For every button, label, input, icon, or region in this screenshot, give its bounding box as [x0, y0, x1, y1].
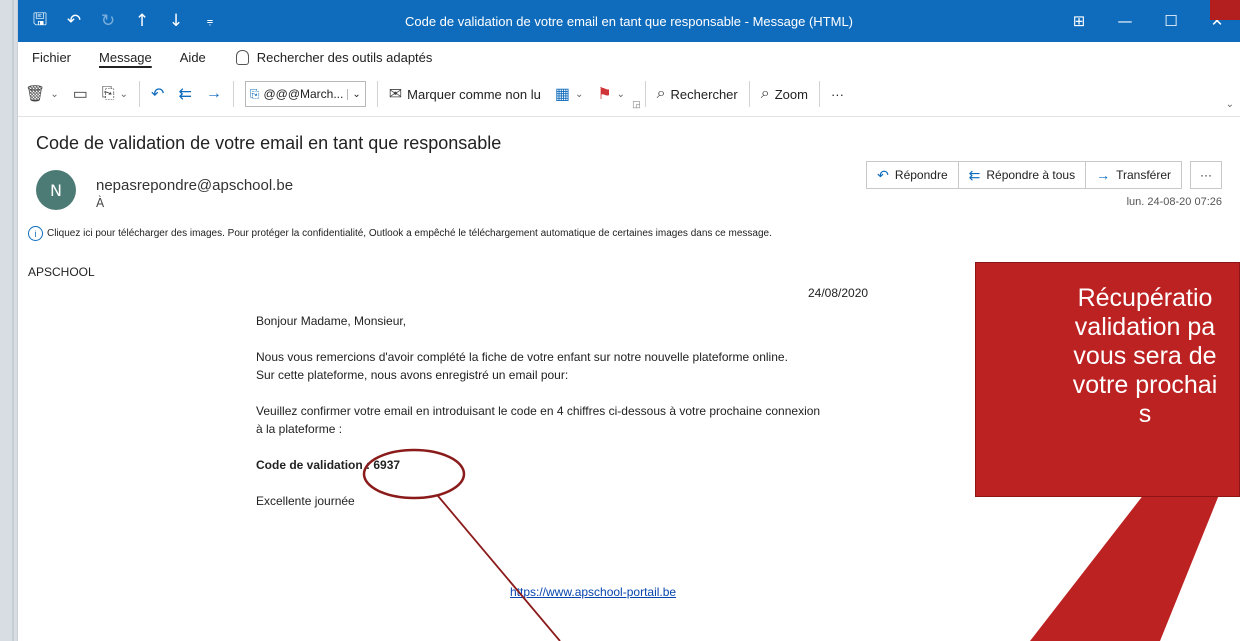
next-item-icon[interactable]: ↓ [166, 11, 186, 31]
move-button[interactable]: ⎘ ⌄ [95, 79, 135, 109]
chevron-down-icon: ⌄ [50, 88, 59, 100]
chevron-down-icon: ⌄ [119, 88, 129, 100]
tell-me-label: Rechercher des outils adaptés [256, 49, 433, 65]
reply-all-icon: ⇇ [968, 166, 981, 183]
lightbulb-icon [235, 49, 249, 65]
reply-icon: ↶ [151, 86, 165, 103]
organization-name: APSCHOOL [28, 265, 95, 279]
body-line-2: Sur cette plateforme, nous avons enregis… [256, 368, 569, 382]
received-timestamp: lun. 24-08-20 07:26 [1126, 196, 1222, 208]
recipient-label: À [96, 196, 105, 210]
customize-toolbar-icon[interactable]: ⩦ [200, 14, 220, 28]
redo-icon[interactable]: ↻ [98, 11, 118, 31]
reply-label: Répondre [894, 168, 948, 182]
chevron-down-icon: ⌄ [574, 88, 584, 100]
archive-icon: ▭ [72, 86, 88, 103]
reply-all-button[interactable]: ⇇ Répondre à tous [957, 161, 1087, 189]
forward-button[interactable]: → Transférer [1085, 161, 1182, 189]
ribbon-tabs: Fichier Message Aide Rechercher des outi… [18, 42, 1240, 72]
categorize-grid-icon: ▦ [554, 86, 570, 103]
toolbar-divider [232, 81, 234, 107]
forward-label: Transférer [1116, 168, 1171, 182]
body-line-3: Veuillez confirmer votre email en introd… [256, 404, 821, 418]
forward-icon: → [205, 85, 222, 102]
follow-up-button[interactable]: ⚑ ⌄ [590, 79, 632, 109]
move-target-label: @@@March... [263, 87, 344, 101]
tab-file[interactable]: Fichier [18, 50, 85, 65]
ribbon-display-options-icon[interactable]: ⊞ [1056, 0, 1102, 42]
more-icon: ··· [830, 86, 844, 102]
info-icon: i [28, 226, 43, 241]
slide-red-corner [1210, 0, 1240, 20]
envelope-icon: ✉ [388, 86, 403, 103]
zoom-icon: ⌕ [760, 85, 770, 102]
message-actions: ↶ Répondre ⇇ Répondre à tous → Transfére… [866, 161, 1222, 189]
sender-address[interactable]: nepasrepondre@apschool.be [96, 177, 293, 194]
archive-button[interactable]: ▭ [66, 79, 95, 109]
folder-icon: ⎘ [249, 86, 260, 101]
categorize-button[interactable]: ▦ ⌄ [548, 79, 591, 109]
avatar-initial: N [50, 180, 62, 200]
blocked-images-infobar[interactable]: i Cliquez ici pour télécharger des image… [28, 226, 772, 241]
move-folder-icon: ⎘ [101, 85, 115, 102]
toolbar-divider [376, 81, 378, 107]
flag-icon: ⚑ [597, 86, 612, 103]
ribbon-toolbar: 🗑 ⌄ ▭ ⎘ ⌄ ↶ ⇇ → ⎘ @@@March... ⌄ ✉ Marque… [18, 72, 1240, 117]
title-bar: 🖫 ↶ ↻ ↑ ↓ ⩦ Code de validation de votre … [18, 0, 1240, 42]
portal-link[interactable]: https://www.apschool-portail.be [510, 585, 676, 599]
message-subject: Code de validation de votre email en tan… [36, 133, 502, 153]
closing-text: Excellente journée [256, 494, 355, 508]
tell-me-search[interactable]: Rechercher des outils adaptés [220, 49, 433, 65]
quick-access-toolbar: 🖫 ↶ ↻ ↑ ↓ ⩦ [18, 7, 220, 36]
quick-move-combo[interactable]: ⎘ @@@March... ⌄ [238, 79, 373, 109]
reply-all-icon: ⇇ [178, 86, 192, 103]
search-icon: ⌕ [656, 85, 666, 102]
reply-icon-button[interactable]: ↶ [144, 79, 171, 109]
mark-unread-label: Marquer comme non lu [407, 86, 541, 102]
mark-unread-button[interactable]: ✉ Marquer comme non lu [382, 79, 548, 109]
collapse-ribbon-icon[interactable]: ⌄ [1226, 99, 1234, 110]
zoom-label: Zoom [774, 86, 808, 102]
dialog-launcher-icon[interactable]: ◲ [632, 99, 641, 110]
tab-message[interactable]: Message [85, 50, 166, 65]
message-date: 24/08/2020 [808, 286, 869, 300]
find-button[interactable]: ⌕ Rechercher [650, 79, 745, 109]
trash-icon: 🗑 [25, 86, 46, 103]
chevron-down-icon: ⌄ [347, 88, 361, 100]
body-line-4: à la plateforme : [256, 422, 343, 436]
validation-code: Code de validation : 6937 [256, 458, 401, 472]
minimize-button[interactable]: — [1102, 0, 1148, 42]
greeting-text: Bonjour Madame, Monsieur, [256, 314, 407, 328]
reply-all-icon-button[interactable]: ⇇ [171, 79, 198, 109]
avatar[interactable]: N [36, 170, 76, 210]
undo-icon[interactable]: ↶ [64, 11, 84, 31]
slide-background-stripe [0, 0, 18, 641]
save-icon[interactable]: 🖫 [30, 7, 50, 36]
slide-background-line [12, 0, 14, 641]
more-commands-button[interactable]: ··· [824, 79, 851, 109]
forward-icon-button[interactable]: → [199, 79, 229, 109]
more-actions-button[interactable]: ··· [1190, 161, 1222, 189]
reply-icon: ↶ [877, 166, 889, 183]
move-to-folder-select[interactable]: ⎘ @@@March... ⌄ [244, 81, 366, 107]
toolbar-divider [644, 81, 646, 107]
body-line-1: Nous vous remercions d'avoir complété la… [256, 350, 788, 364]
reply-all-label: Répondre à tous [986, 168, 1076, 182]
infobar-text: Cliquez ici pour télécharger des images.… [47, 228, 772, 239]
toolbar-divider [748, 81, 750, 107]
annotation-callout-text: Récupératio validation pa vous sera de v… [1072, 284, 1218, 428]
find-label: Rechercher [670, 86, 738, 102]
tab-help[interactable]: Aide [166, 50, 220, 65]
forward-icon: → [1096, 167, 1111, 183]
reply-button[interactable]: ↶ Répondre [866, 161, 959, 189]
previous-item-icon[interactable]: ↑ [132, 11, 152, 31]
more-icon: ··· [1200, 168, 1212, 182]
toolbar-divider [139, 81, 141, 107]
maximize-button[interactable]: ☐ [1148, 0, 1194, 42]
toolbar-divider [818, 81, 820, 107]
delete-button[interactable]: 🗑 ⌄ [18, 79, 66, 109]
chevron-down-icon: ⌄ [616, 88, 626, 100]
zoom-button[interactable]: ⌕ Zoom [754, 79, 815, 109]
